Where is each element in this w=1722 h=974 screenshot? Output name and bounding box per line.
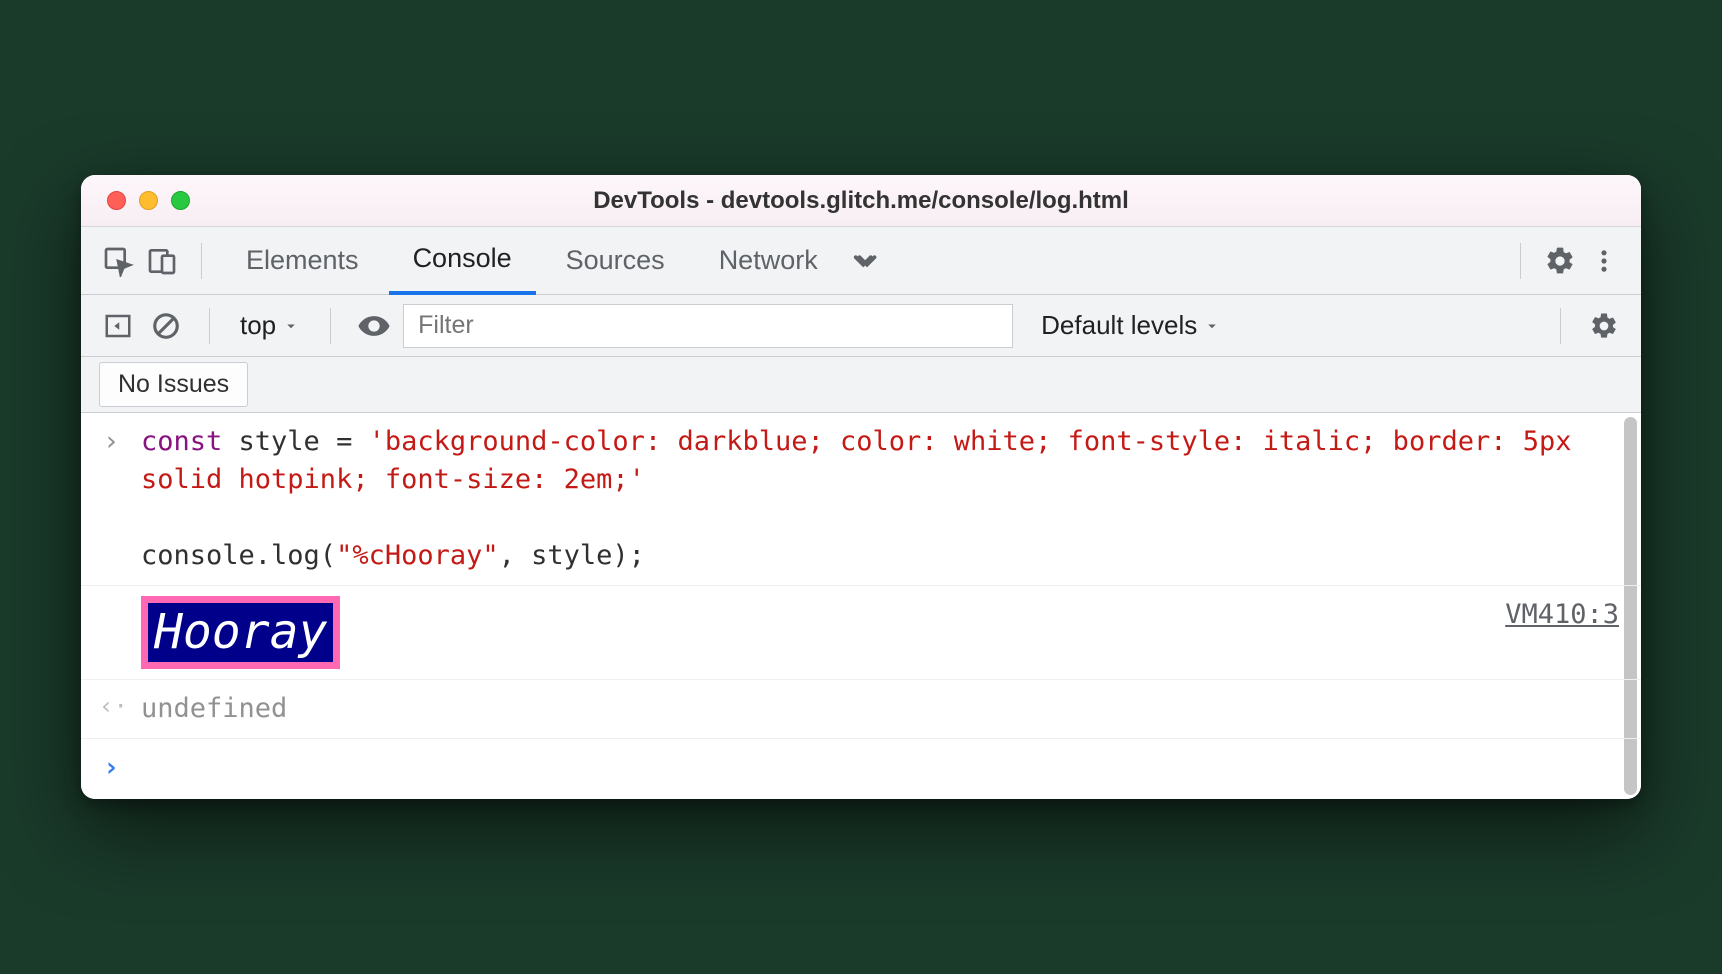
close-window-button[interactable] (107, 191, 126, 210)
code-string: "%cHooray" (336, 540, 499, 571)
window-traffic-lights (81, 191, 190, 210)
chevron-down-icon (282, 317, 300, 335)
window-titlebar: DevTools - devtools.glitch.me/console/lo… (81, 175, 1641, 227)
minimize-window-button[interactable] (139, 191, 158, 210)
divider (1520, 243, 1521, 279)
prompt-chevron-icon: › (103, 749, 119, 787)
return-arrow-icon: ‹· (99, 690, 128, 724)
execution-context-selector[interactable]: top (234, 310, 306, 341)
log-levels-selector[interactable]: Default levels (1041, 310, 1221, 341)
input-chevron-icon: › (103, 423, 119, 461)
devtools-tabbar: Elements Console Sources Network (81, 227, 1641, 295)
devtools-window: DevTools - devtools.glitch.me/console/lo… (81, 175, 1641, 798)
console-prompt-row[interactable]: › (81, 739, 1641, 799)
issues-bar: No Issues (81, 357, 1641, 413)
kebab-menu-icon[interactable] (1585, 242, 1623, 280)
more-tabs-icon[interactable] (848, 242, 886, 280)
tab-network[interactable]: Network (695, 227, 842, 295)
issues-button[interactable]: No Issues (99, 362, 248, 407)
code-text: , style); (499, 540, 645, 571)
entered-code: const style = 'background-color: darkblu… (141, 423, 1619, 574)
divider (330, 308, 331, 344)
console-settings-gear-icon[interactable] (1585, 307, 1623, 345)
device-toggle-icon[interactable] (143, 242, 181, 280)
divider (209, 308, 210, 344)
clear-console-icon[interactable] (147, 307, 185, 345)
tab-sources[interactable]: Sources (542, 227, 689, 295)
inspect-element-icon[interactable] (99, 242, 137, 280)
tab-elements[interactable]: Elements (222, 227, 383, 295)
context-label: top (240, 310, 276, 341)
source-link[interactable]: VM410:3 (1505, 596, 1619, 634)
console-return-row: ‹· undefined (81, 680, 1641, 739)
filter-input[interactable] (403, 304, 1013, 348)
return-value: undefined (141, 693, 287, 724)
styled-log-output: Hooray (141, 596, 340, 669)
console-sidebar-toggle-icon[interactable] (99, 307, 137, 345)
divider (1560, 308, 1561, 344)
settings-gear-icon[interactable] (1541, 242, 1579, 280)
levels-label: Default levels (1041, 310, 1197, 341)
maximize-window-button[interactable] (171, 191, 190, 210)
code-text: console.log( (141, 540, 336, 571)
divider (201, 243, 202, 279)
live-expression-eye-icon[interactable] (355, 307, 393, 345)
code-keyword: const (141, 426, 222, 457)
code-text: style = (222, 426, 368, 457)
chevron-down-icon (1203, 317, 1221, 335)
console-output-row: Hooray VM410:3 (81, 586, 1641, 680)
console-input-row: › const style = 'background-color: darkb… (81, 413, 1641, 585)
window-title: DevTools - devtools.glitch.me/console/lo… (81, 187, 1641, 215)
tab-console[interactable]: Console (389, 227, 536, 295)
console-body: › const style = 'background-color: darkb… (81, 413, 1641, 798)
console-subbar: top Default levels (81, 295, 1641, 357)
